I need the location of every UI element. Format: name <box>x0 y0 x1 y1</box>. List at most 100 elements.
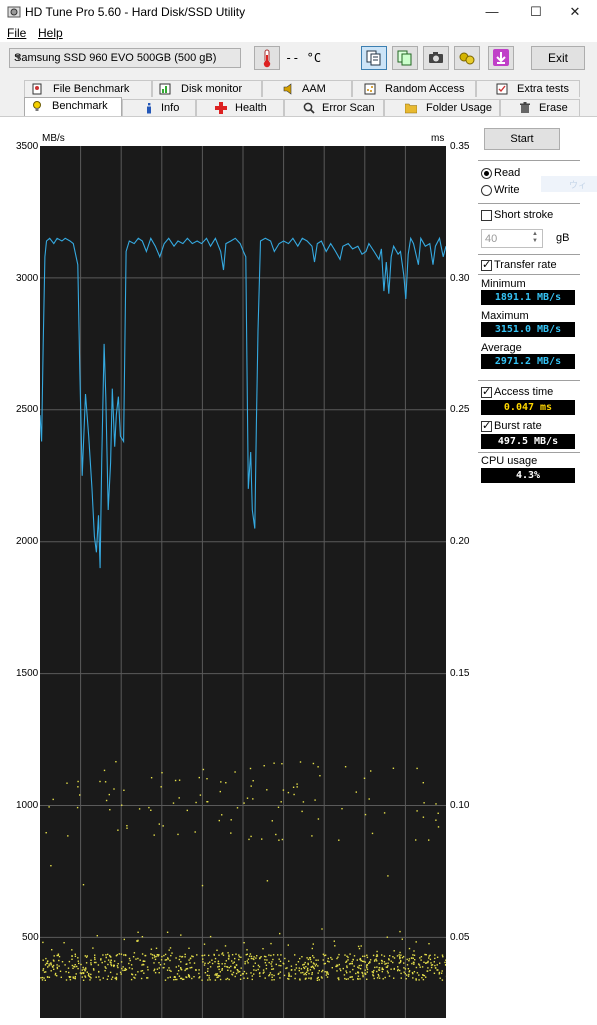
access-time-point <box>365 961 366 962</box>
access-time-point <box>419 957 420 958</box>
tab-random-access-label: Random Access <box>385 83 464 95</box>
access-time-point <box>169 960 170 961</box>
access-time-point <box>64 964 65 965</box>
access-time-point <box>154 969 155 970</box>
access-time-point <box>130 960 131 961</box>
temperature-button[interactable] <box>254 46 280 70</box>
menu-file[interactable]: File <box>7 26 26 40</box>
tab-error-scan[interactable]: Error Scan <box>284 99 384 116</box>
access-time-point <box>382 971 383 972</box>
access-time-point <box>155 956 156 957</box>
options-button[interactable] <box>454 46 480 70</box>
maximize-button[interactable]: ☐ <box>514 0 558 24</box>
access-time-point <box>198 969 199 970</box>
tab-info[interactable]: Info <box>122 99 196 116</box>
access-time-point <box>179 780 180 781</box>
access-time-point <box>77 807 78 808</box>
access-time-point <box>195 802 196 803</box>
access-time-point <box>295 973 296 974</box>
access-time-point <box>131 979 132 980</box>
menu-help[interactable]: Help <box>38 26 63 40</box>
exit-button[interactable]: Exit <box>531 46 585 70</box>
minimum-value: 1891.1 MB/s <box>481 290 575 305</box>
access-time-point <box>305 978 306 979</box>
access-time-point <box>300 761 301 762</box>
tab-health[interactable]: Health <box>196 99 284 116</box>
access-time-point <box>376 954 377 955</box>
start-button[interactable]: Start <box>484 128 560 150</box>
access-time-point <box>278 965 279 966</box>
access-time-point <box>299 970 300 971</box>
transfer-rate-checkbox[interactable] <box>481 260 492 271</box>
app-icon <box>7 5 21 19</box>
short-stroke-spinner[interactable]: 40 ▲▼ <box>481 229 543 248</box>
drive-select[interactable]: Samsung SSD 960 EVO 500GB (500 gB) ▼ <box>9 48 241 68</box>
access-time-point <box>435 967 436 968</box>
access-time-point <box>311 974 312 975</box>
tab-benchmark[interactable]: Benchmark <box>24 97 122 116</box>
write-radio[interactable] <box>481 185 492 196</box>
access-time-point <box>129 967 130 968</box>
access-time-checkbox[interactable] <box>481 387 492 398</box>
access-time-point <box>166 959 167 960</box>
tab-extra-tests[interactable]: Extra tests <box>476 80 580 97</box>
access-time-point <box>98 976 99 977</box>
copy-info-button[interactable] <box>361 46 387 70</box>
access-time-point <box>263 969 264 970</box>
access-time-point <box>317 965 318 966</box>
short-stroke-checkbox[interactable] <box>481 210 492 221</box>
access-time-point <box>79 794 80 795</box>
tab-file-benchmark[interactable]: File Benchmark <box>24 80 152 97</box>
save-button[interactable] <box>488 46 514 70</box>
access-time-point <box>409 970 410 971</box>
access-time-point <box>152 954 153 955</box>
spinner-arrows-icon[interactable]: ▲▼ <box>529 231 541 246</box>
access-time-point <box>154 956 155 957</box>
access-time-point <box>206 778 207 779</box>
copy-screenshot-button[interactable] <box>392 46 418 70</box>
tab-disk-monitor[interactable]: Disk monitor <box>152 80 262 97</box>
close-button[interactable]: ✕ <box>553 0 597 24</box>
minimize-button[interactable]: — <box>470 0 514 24</box>
access-time-point <box>45 964 46 965</box>
access-time-point <box>412 977 413 978</box>
tab-folder-usage[interactable]: Folder Usage <box>384 99 500 116</box>
access-time-point <box>246 949 247 950</box>
access-time-point <box>90 960 91 961</box>
access-time-point <box>357 971 358 972</box>
access-time-point <box>117 965 118 966</box>
burst-rate-checkbox[interactable] <box>481 421 492 432</box>
screenshot-button[interactable] <box>423 46 449 70</box>
access-time-point <box>303 801 304 802</box>
read-radio[interactable] <box>481 168 492 179</box>
file-benchmark-icon <box>31 83 43 95</box>
tab-random-access[interactable]: Random Access <box>352 80 476 97</box>
access-time-point <box>326 974 327 975</box>
access-time-point <box>305 966 306 967</box>
access-time-point <box>203 769 204 770</box>
access-time-point <box>405 973 406 974</box>
access-time-point <box>343 968 344 969</box>
tab-aam[interactable]: AAM <box>262 80 352 97</box>
tab-erase[interactable]: Erase <box>500 99 580 116</box>
access-time-point <box>151 949 152 950</box>
access-time-point <box>375 959 376 960</box>
access-time-point <box>218 963 219 964</box>
access-time-point <box>161 772 162 773</box>
access-time-point <box>210 936 211 937</box>
access-time-point <box>355 973 356 974</box>
thermometer-icon <box>255 47 279 69</box>
access-time-point <box>42 942 43 943</box>
access-time-point <box>405 968 406 969</box>
access-time-point <box>185 954 186 955</box>
access-time-point <box>374 978 375 979</box>
access-time-point <box>123 790 124 791</box>
separator <box>478 452 580 453</box>
access-time-point <box>312 948 313 949</box>
access-time-point <box>163 825 164 826</box>
access-time-point <box>397 955 398 956</box>
access-time-point <box>143 961 144 962</box>
access-time-point <box>377 977 378 978</box>
access-time-point <box>336 970 337 971</box>
access-time-point <box>214 961 215 962</box>
